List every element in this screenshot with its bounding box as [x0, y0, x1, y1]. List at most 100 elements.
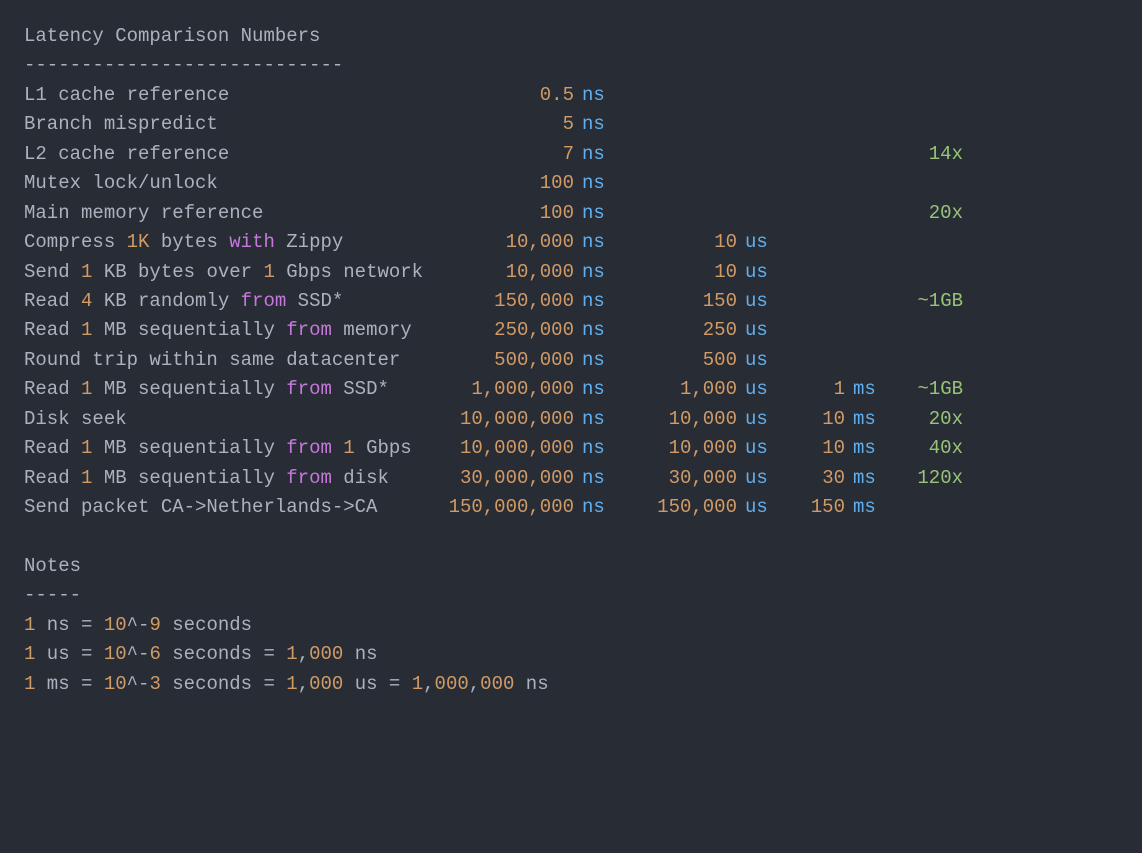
- value-ns: 30,000,000: [424, 464, 574, 493]
- row-note: 20x: [893, 405, 963, 434]
- unit-ms: ms: [845, 375, 893, 404]
- unit-us: [737, 110, 785, 139]
- value-ns: 150,000: [424, 287, 574, 316]
- row-label: Send 1 KB bytes over 1 Gbps network: [24, 258, 424, 287]
- table-row: Compress 1K bytes with Zippy10,000ns10us: [24, 228, 1118, 257]
- unit-us: us: [737, 464, 785, 493]
- row-note: 40x: [893, 434, 963, 463]
- row-label: Branch mispredict: [24, 110, 424, 139]
- row-label: Read 1 MB sequentially from 1 Gbps: [24, 434, 424, 463]
- unit-us: [737, 81, 785, 110]
- table-row: Branch mispredict5ns: [24, 110, 1118, 139]
- value-ns: 10,000: [424, 228, 574, 257]
- unit-us: [737, 140, 785, 169]
- row-label: L1 cache reference: [24, 81, 424, 110]
- row-label: Read 4 KB randomly from SSD*: [24, 287, 424, 316]
- row-note: ~1GB: [893, 375, 963, 404]
- row-label: L2 cache reference: [24, 140, 424, 169]
- unit-ns: ns: [574, 375, 627, 404]
- unit-us: us: [737, 287, 785, 316]
- table-row: Read 1 MB sequentially from 1 Gbps10,000…: [24, 434, 1118, 463]
- unit-ns: ns: [574, 405, 627, 434]
- unit-ns: ns: [574, 464, 627, 493]
- unit-ns: ns: [574, 346, 627, 375]
- row-label: Send packet CA->Netherlands->CA: [24, 493, 424, 522]
- unit-us: us: [737, 493, 785, 522]
- latency-table: L1 cache reference0.5nsBranch mispredict…: [24, 81, 1118, 523]
- value-ns: 10,000,000: [424, 405, 574, 434]
- note-line: 1 ns = 10^-9 seconds: [24, 611, 1118, 640]
- table-row: Send packet CA->Netherlands->CA150,000,0…: [24, 493, 1118, 522]
- row-note: [893, 110, 963, 139]
- unit-us: us: [737, 375, 785, 404]
- row-label: Mutex lock/unlock: [24, 169, 424, 198]
- value-ms: [785, 81, 845, 110]
- unit-ns: ns: [574, 199, 627, 228]
- unit-ns: ns: [574, 110, 627, 139]
- notes-section: 1 ns = 10^-9 seconds1 us = 10^-6 seconds…: [24, 611, 1118, 699]
- table-row: Send 1 KB bytes over 1 Gbps network10,00…: [24, 258, 1118, 287]
- table-row: Round trip within same datacenter500,000…: [24, 346, 1118, 375]
- table-row: Main memory reference100ns20x: [24, 199, 1118, 228]
- unit-ns: ns: [574, 81, 627, 110]
- note-line: 1 ms = 10^-3 seconds = 1,000 us = 1,000,…: [24, 670, 1118, 699]
- value-us: 150: [627, 287, 737, 316]
- row-note: [893, 493, 963, 522]
- row-label: Round trip within same datacenter: [24, 346, 424, 375]
- value-ms: [785, 199, 845, 228]
- unit-ms: ms: [845, 405, 893, 434]
- row-note: ~1GB: [893, 287, 963, 316]
- row-label: Compress 1K bytes with Zippy: [24, 228, 424, 257]
- unit-ms: [845, 258, 893, 287]
- title-rule: ----------------------------: [24, 51, 1118, 80]
- table-row: Read 1 MB sequentially from SSD*1,000,00…: [24, 375, 1118, 404]
- value-ns: 100: [424, 169, 574, 198]
- value-us: 10: [627, 258, 737, 287]
- unit-us: [737, 169, 785, 198]
- value-us: [627, 110, 737, 139]
- row-label: Main memory reference: [24, 199, 424, 228]
- value-ns: 10,000,000: [424, 434, 574, 463]
- value-us: [627, 140, 737, 169]
- table-row: L1 cache reference0.5ns: [24, 81, 1118, 110]
- row-note: 120x: [893, 464, 963, 493]
- row-note: [893, 346, 963, 375]
- value-us: 30,000: [627, 464, 737, 493]
- unit-us: us: [737, 405, 785, 434]
- unit-ns: ns: [574, 228, 627, 257]
- value-ms: [785, 228, 845, 257]
- value-ms: 10: [785, 434, 845, 463]
- unit-ms: [845, 140, 893, 169]
- unit-ns: ns: [574, 316, 627, 345]
- unit-ms: ms: [845, 434, 893, 463]
- table-row: L2 cache reference7ns 14x: [24, 140, 1118, 169]
- unit-ns: ns: [574, 434, 627, 463]
- unit-ms: [845, 81, 893, 110]
- value-us: [627, 81, 737, 110]
- unit-ns: ns: [574, 140, 627, 169]
- value-ms: [785, 110, 845, 139]
- value-ns: 250,000: [424, 316, 574, 345]
- unit-us: us: [737, 316, 785, 345]
- value-us: 500: [627, 346, 737, 375]
- unit-ms: ms: [845, 493, 893, 522]
- value-ms: 10: [785, 405, 845, 434]
- value-ms: [785, 258, 845, 287]
- unit-us: us: [737, 228, 785, 257]
- row-note: 14x: [893, 140, 963, 169]
- unit-us: us: [737, 434, 785, 463]
- value-ms: [785, 316, 845, 345]
- unit-us: us: [737, 258, 785, 287]
- unit-us: us: [737, 346, 785, 375]
- notes-rule: -----: [24, 581, 1118, 610]
- value-ns: 150,000,000: [424, 493, 574, 522]
- value-ns: 7: [424, 140, 574, 169]
- unit-ns: ns: [574, 493, 627, 522]
- unit-ms: [845, 199, 893, 228]
- value-us: [627, 169, 737, 198]
- value-ms: [785, 169, 845, 198]
- unit-ns: ns: [574, 169, 627, 198]
- value-ns: 1,000,000: [424, 375, 574, 404]
- unit-ms: [845, 316, 893, 345]
- value-us: 250: [627, 316, 737, 345]
